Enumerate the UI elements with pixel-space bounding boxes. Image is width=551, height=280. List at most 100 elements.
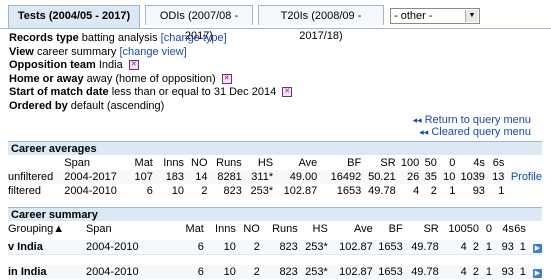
filter-value: career summary <box>36 45 117 58</box>
table-cell: 253* <box>305 266 328 278</box>
remove-filter-icon[interactable]: ✕ <box>128 60 139 71</box>
profile-link[interactable]: Profile <box>511 171 542 183</box>
table-cell: 1 <box>498 185 505 197</box>
filter-start-date: Start of match date less than or equal t… <box>9 86 293 99</box>
table-cell: 1039 <box>460 171 485 183</box>
table-cell: 107 <box>134 171 153 183</box>
column-header: NO <box>191 157 208 169</box>
filter-label: View <box>9 45 34 58</box>
filter-label: Records type <box>9 32 79 44</box>
row-label: unfiltered <box>8 171 54 183</box>
remove-filter-icon[interactable]: ✕ <box>221 73 232 84</box>
column-header: Runs <box>216 157 242 169</box>
table-cell: 13 <box>492 171 505 183</box>
column-header: 4s <box>473 157 485 169</box>
table-cell: 253* <box>297 240 328 255</box>
column-header: 0 <box>485 223 492 235</box>
column-header: 50 <box>424 157 437 169</box>
column-header: 100 <box>400 157 420 169</box>
table-row: unfiltered 2004-2017 107 183 14 8281 311… <box>8 170 542 184</box>
tab-t20is[interactable]: T20Is (2008/09 - 2017/18) <box>258 5 384 42</box>
filter-value: less than or equal to 31 Dec 2014 <box>111 86 277 98</box>
table-cell: 4 <box>438 240 467 255</box>
career-averages-table: Span Mat Inns NO Runs HS Ave BF SR 100 5… <box>8 156 542 198</box>
format-tabs: Tests (2004/05 - 2017) ODIs (2007/08 - 2… <box>0 0 551 42</box>
return-to-query-link[interactable]: Return to query menu <box>425 114 531 126</box>
table-cell: 2 <box>430 185 437 197</box>
table-cell: 823 <box>259 240 298 255</box>
table-cell: 1653 <box>336 185 362 197</box>
table-cell: 93 <box>501 266 514 278</box>
remove-filter-icon[interactable]: ✕ <box>282 87 293 98</box>
other-format-select[interactable]: - other - ▼ <box>390 8 480 24</box>
other-select-value: - other - <box>394 10 433 22</box>
filter-label: Ordered by <box>9 99 68 112</box>
column-header: 6s <box>492 157 505 169</box>
expand-play-icon[interactable]: ▶ <box>533 269 542 278</box>
table-cell: 2 <box>466 240 479 255</box>
column-header: HS <box>257 157 274 169</box>
table-cell: 16492 <box>330 171 362 183</box>
query-menu-links: ◂◂ Return to query menu ◂◂ Cleared query m… <box>413 114 531 138</box>
table-cell: 49.00 <box>289 171 318 183</box>
table-row: in India 2004-2010 6 10 2 823 253* 102.8… <box>8 265 542 279</box>
table-cell: 2 <box>253 266 260 278</box>
filter-label: Opposition team <box>9 59 96 71</box>
filter-value: away (home of opposition) <box>86 72 216 85</box>
table-cell: 253* <box>250 185 274 197</box>
filter-value: default (ascending) <box>70 99 165 112</box>
table-cell: 1 <box>485 266 492 278</box>
table-cell: 823 <box>223 185 242 197</box>
career-summary-table: Grouping▲ Span Mat Inns NO Runs HS Ave B… <box>8 222 542 279</box>
change-type-link[interactable]: [change type] <box>161 32 227 44</box>
column-header: NO <box>243 223 260 235</box>
table-cell: 10 <box>443 171 456 183</box>
tab-tests[interactable]: Tests (2004/05 - 2017) <box>8 5 140 28</box>
chevron-down-icon: ▼ <box>465 10 478 22</box>
table-cell: 102.87 <box>327 240 373 255</box>
table-cell: 2004-2010 <box>85 240 166 255</box>
column-header: Span <box>85 223 112 235</box>
column-header: Span <box>64 157 90 169</box>
tab-odis[interactable]: ODIs (2007/08 - 2017) <box>145 5 253 42</box>
column-header: BF <box>347 157 362 169</box>
table-cell: 4 <box>460 266 467 278</box>
query-filters: Records type batting analysis [change ty… <box>9 32 293 113</box>
sort-grouping-header[interactable]: Grouping▲ <box>8 223 64 235</box>
column-header: 6s <box>514 223 526 235</box>
table-cell: 1 <box>513 240 526 255</box>
change-view-link[interactable]: [change view] <box>119 46 186 58</box>
column-header: 0 <box>449 157 456 169</box>
column-header: Mat <box>134 157 153 169</box>
table-cell: 6 <box>165 240 204 255</box>
table-cell: 2004-2017 <box>64 171 117 183</box>
back-arrow-icon: ◂◂ <box>412 115 422 125</box>
column-header: HS <box>312 223 328 235</box>
row-label: in India <box>8 266 47 278</box>
filter-value: India <box>98 59 123 71</box>
table-cell: 2004-2010 <box>64 185 117 197</box>
career-averages-heading: Career averages <box>8 141 542 155</box>
column-header: Inns <box>215 223 236 235</box>
table-cell: 6 <box>197 266 204 278</box>
column-header: SR <box>423 223 439 235</box>
table-header-row: Grouping▲ Span Mat Inns NO Runs HS Ave B… <box>8 222 542 236</box>
expand-play-icon[interactable]: ▶ <box>533 244 542 253</box>
table-cell: 8281 <box>217 171 242 183</box>
table-cell: 49.78 <box>368 185 396 197</box>
table-cell: 10 <box>223 266 236 278</box>
table-row: v India 2004-2010 6 10 2 823 253* 102.87… <box>8 240 542 255</box>
table-cell: 10 <box>171 185 185 197</box>
table-cell: 183 <box>165 171 185 183</box>
table-cell: 1653 <box>378 266 403 278</box>
table-row: filtered 2004-2010 6 10 2 823 253* 102.8… <box>8 184 542 198</box>
column-header: 4s <box>502 223 514 235</box>
table-cell: 1 <box>519 266 526 278</box>
table-cell: 93 <box>472 185 485 197</box>
cleared-query-link[interactable]: Cleared query menu <box>431 126 531 138</box>
reset-icon: ◂◂ <box>419 127 429 137</box>
column-header: Ave <box>353 223 373 235</box>
table-cell: 2 <box>201 185 208 197</box>
column-header <box>526 222 542 236</box>
column-header: Runs <box>272 223 298 235</box>
